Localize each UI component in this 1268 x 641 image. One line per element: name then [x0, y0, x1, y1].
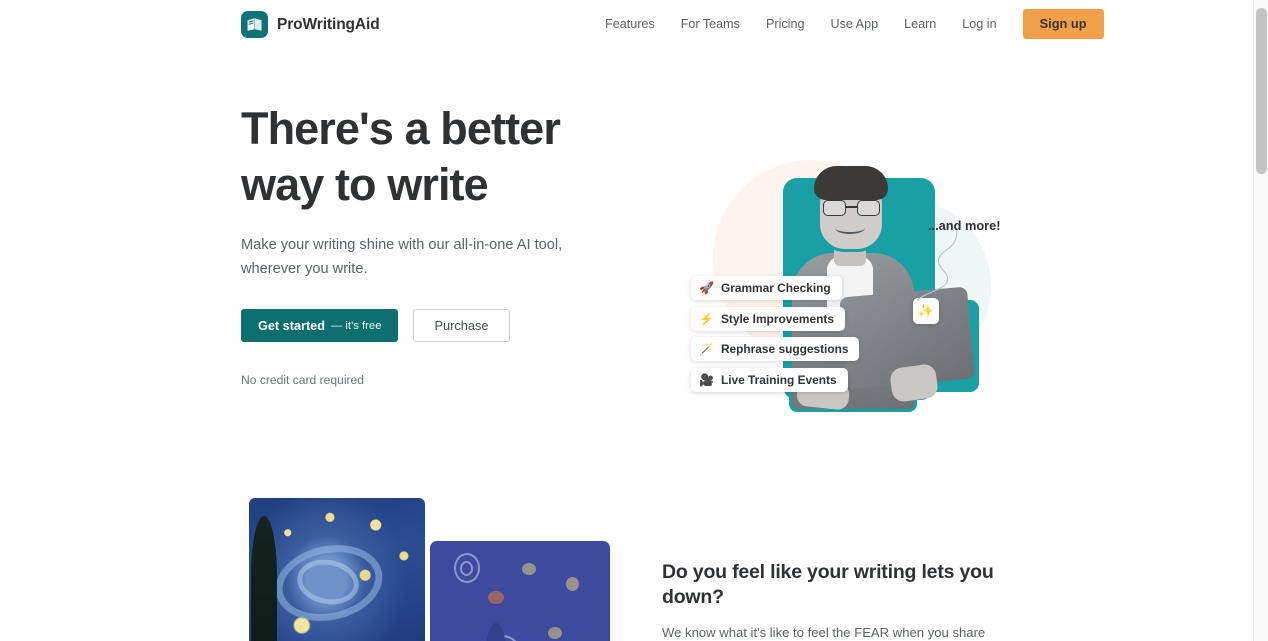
brand-logo-link[interactable]: ProWritingAid: [241, 11, 380, 38]
feature-pill-style-improvements: ⚡ Style Improvements: [691, 307, 845, 331]
doodle-star: [548, 627, 562, 639]
feature-pill-label: Grammar Checking: [720, 281, 831, 295]
page-scrollbar[interactable]: [1253, 0, 1268, 641]
hero-copy: There's a better way to write Make your …: [241, 101, 631, 387]
and-more-connector-line: [916, 229, 958, 301]
simplified-drawing-card: [430, 541, 610, 641]
brand-name: ProWritingAid: [277, 15, 380, 33]
feature-pill-grammar-checking: 🚀 Grammar Checking: [691, 276, 842, 300]
video-camera-icon: 🎥: [699, 373, 714, 387]
site-header: ProWritingAid Features For Teams Pricing…: [0, 0, 1253, 48]
starry-cypress-tree: [251, 516, 277, 641]
rocket-icon: 🚀: [699, 281, 714, 295]
magic-wand-icon: 🪄: [699, 342, 714, 356]
nav-link-learn[interactable]: Learn: [904, 12, 936, 37]
get-started-label: Get started: [258, 318, 325, 333]
section2-copy: Do you feel like your writing lets you d…: [662, 560, 1012, 641]
doodle-swirl: [460, 561, 473, 576]
glasses-icon: [823, 200, 880, 216]
page-title: There's a better way to write: [241, 101, 631, 213]
feature-pill-rephrase-suggestions: 🪄 Rephrase suggestions: [691, 337, 860, 361]
purchase-button[interactable]: Purchase: [413, 309, 510, 343]
section2-body: We know what it's like to feel the FEAR …: [662, 624, 986, 640]
nav-link-use-app[interactable]: Use App: [830, 12, 878, 37]
hero-cta-row: Get started — it's free Purchase: [241, 309, 631, 343]
page-root: ProWritingAid Features For Teams Pricing…: [0, 0, 1268, 641]
person-hair: [814, 166, 888, 200]
feature-pill-label: Live Training Events: [720, 373, 837, 387]
book-logo-icon: [241, 11, 268, 38]
section2-title: Do you feel like your writing lets you d…: [662, 561, 994, 609]
hero-illustration: 🚀 Grammar Checking ⚡ Style Improvements …: [655, 100, 1015, 430]
nav-link-features[interactable]: Features: [605, 12, 655, 37]
starry-night-card: [249, 498, 425, 641]
person-smile: [835, 222, 865, 234]
and-more-label: ...and more!: [928, 218, 1001, 233]
get-started-sublabel: — it's free: [330, 319, 382, 332]
nav-link-for-teams[interactable]: For Teams: [681, 12, 740, 37]
feature-pill-live-training-events: 🎥 Live Training Events: [691, 368, 848, 392]
sign-up-button[interactable]: Sign up: [1022, 8, 1104, 40]
lightning-icon: ⚡: [699, 312, 714, 326]
hero-title-line-1: There's a better: [241, 103, 561, 154]
feature-pill-label: Style Improvements: [720, 312, 834, 326]
nav-link-pricing[interactable]: Pricing: [766, 12, 805, 37]
doodle-cypress-tree: [486, 623, 506, 641]
nav-link-log-in[interactable]: Log in: [962, 12, 996, 37]
doodle-star: [522, 563, 536, 575]
feature-pill-label: Rephrase suggestions: [720, 342, 849, 356]
artwork-comparison: My idea in my head: [249, 498, 610, 641]
get-started-button[interactable]: Get started — it's free: [241, 309, 399, 343]
scrollbar-thumb[interactable]: [1256, 8, 1267, 174]
doodle-star: [488, 591, 504, 604]
no-credit-card-note: No credit card required: [241, 373, 365, 388]
hero-title-line-2: way to write: [241, 159, 489, 211]
hero-subtitle: Make your writing shine with our all-in-…: [241, 237, 563, 277]
doodle-star: [566, 577, 579, 591]
main-navigation: Features For Teams Pricing Use App Learn…: [605, 0, 1104, 48]
